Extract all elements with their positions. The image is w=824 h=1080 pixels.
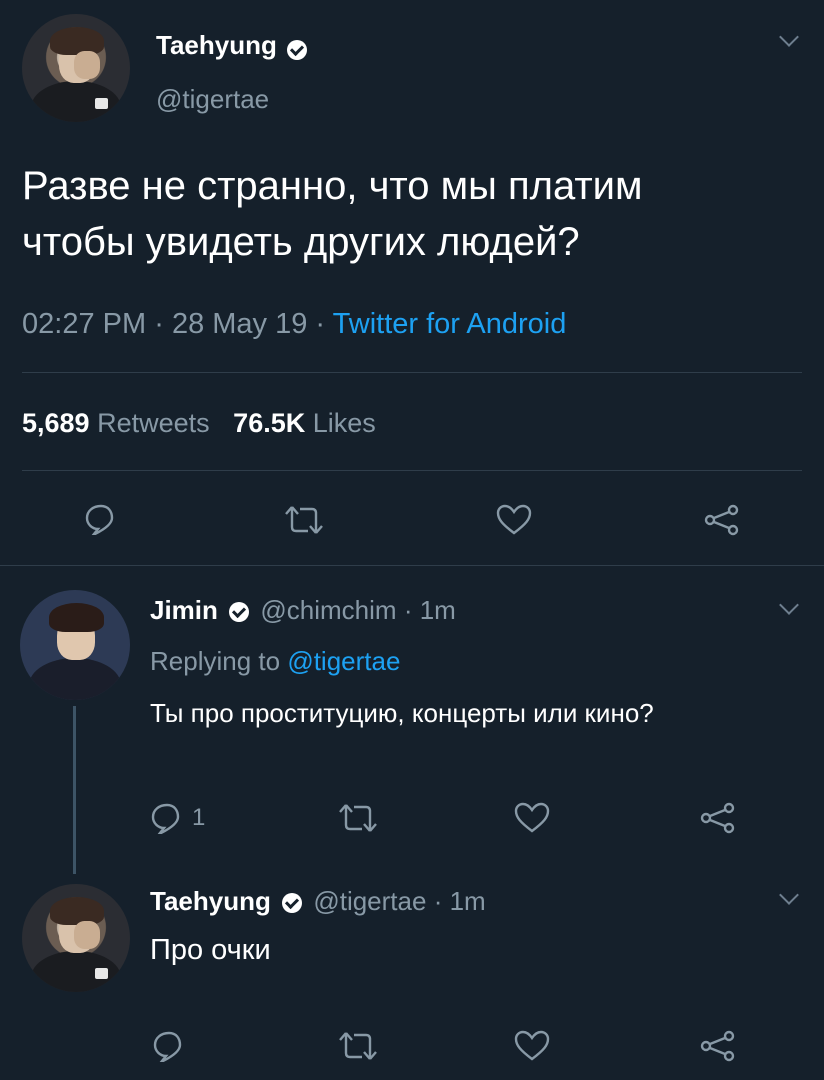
author-handle[interactable]: @tigertae (313, 886, 426, 916)
reply-text: Про очки (150, 934, 271, 966)
reply-time[interactable]: 1m (450, 886, 486, 916)
tweet-text: Разве не странно, что мы платим чтобы ув… (22, 158, 643, 270)
heart-icon[interactable] (514, 1030, 550, 1062)
chevron-down-icon[interactable] (779, 885, 799, 905)
tweet-text-line1: Разве не странно, что мы платим (22, 164, 643, 208)
tweet-meta: 02:27 PM · 28 May 19 · Twitter for Andro… (22, 308, 566, 341)
verified-badge-icon (282, 893, 303, 914)
verified-badge-icon (229, 602, 250, 623)
reply-time[interactable]: 1m (420, 595, 456, 625)
share-icon[interactable] (700, 1030, 736, 1062)
replying-to-handle[interactable]: @tigertae (287, 646, 400, 676)
meta-separator: · (154, 308, 164, 340)
avatar-taehyung[interactable] (22, 14, 130, 122)
author-handle[interactable]: @tigertae (156, 84, 269, 115)
engagement-stats: 5,689 Retweets 76.5K Likes (22, 408, 376, 439)
share-icon[interactable] (700, 802, 736, 834)
tweet-text-line2: чтобы увидеть других людей? (22, 220, 580, 264)
meta-separator: · (403, 595, 413, 625)
retweets-stat[interactable]: 5,689 Retweets (22, 408, 217, 438)
reply-header: Taehyung @tigertae · 1m (150, 884, 486, 918)
replying-to-label: Replying to (150, 646, 281, 676)
author-row: Taehyung (156, 28, 308, 62)
verified-badge-icon (287, 39, 308, 60)
likes-stat[interactable]: 76.5K Likes (233, 408, 376, 438)
heart-icon[interactable] (514, 802, 550, 834)
likes-label: Likes (312, 408, 376, 438)
replying-to: Replying to @tigertae (150, 646, 400, 677)
reply-header: Jimin @chimchim · 1m (150, 593, 456, 627)
author-name[interactable]: Jimin (150, 595, 218, 625)
share-icon[interactable] (704, 504, 740, 536)
tweet-date: 28 May 19 (171, 308, 308, 340)
meta-separator: · (433, 886, 443, 916)
reply-icon[interactable] (84, 503, 118, 535)
author-name[interactable]: Taehyung (156, 30, 277, 60)
chevron-down-icon[interactable] (779, 27, 799, 47)
likes-count: 76.5K (233, 408, 306, 438)
avatar-taehyung[interactable] (22, 884, 130, 992)
heart-icon[interactable] (496, 504, 532, 536)
reply-icon[interactable] (152, 1030, 186, 1062)
reply-icon[interactable] (150, 802, 184, 834)
retweets-label: Retweets (97, 408, 210, 438)
author-name[interactable]: Taehyung (150, 886, 271, 916)
divider (22, 470, 802, 471)
retweets-count: 5,689 (22, 408, 90, 438)
divider (0, 565, 824, 566)
reply-text: Ты про проституцию, концерты или кино? (150, 698, 654, 728)
reply-count: 1 (192, 804, 206, 831)
avatar-jimin[interactable] (20, 590, 130, 700)
tweet-time: 02:27 PM (22, 308, 147, 340)
retweet-icon[interactable] (284, 505, 324, 535)
retweet-icon[interactable] (338, 1031, 378, 1061)
divider (22, 372, 802, 373)
author-handle[interactable]: @chimchim (260, 595, 396, 625)
retweet-icon[interactable] (338, 803, 378, 833)
meta-separator: · (315, 308, 326, 340)
tweet-source-link[interactable]: Twitter for Android (333, 308, 567, 340)
chevron-down-icon[interactable] (779, 595, 799, 615)
thread-line (73, 706, 76, 874)
